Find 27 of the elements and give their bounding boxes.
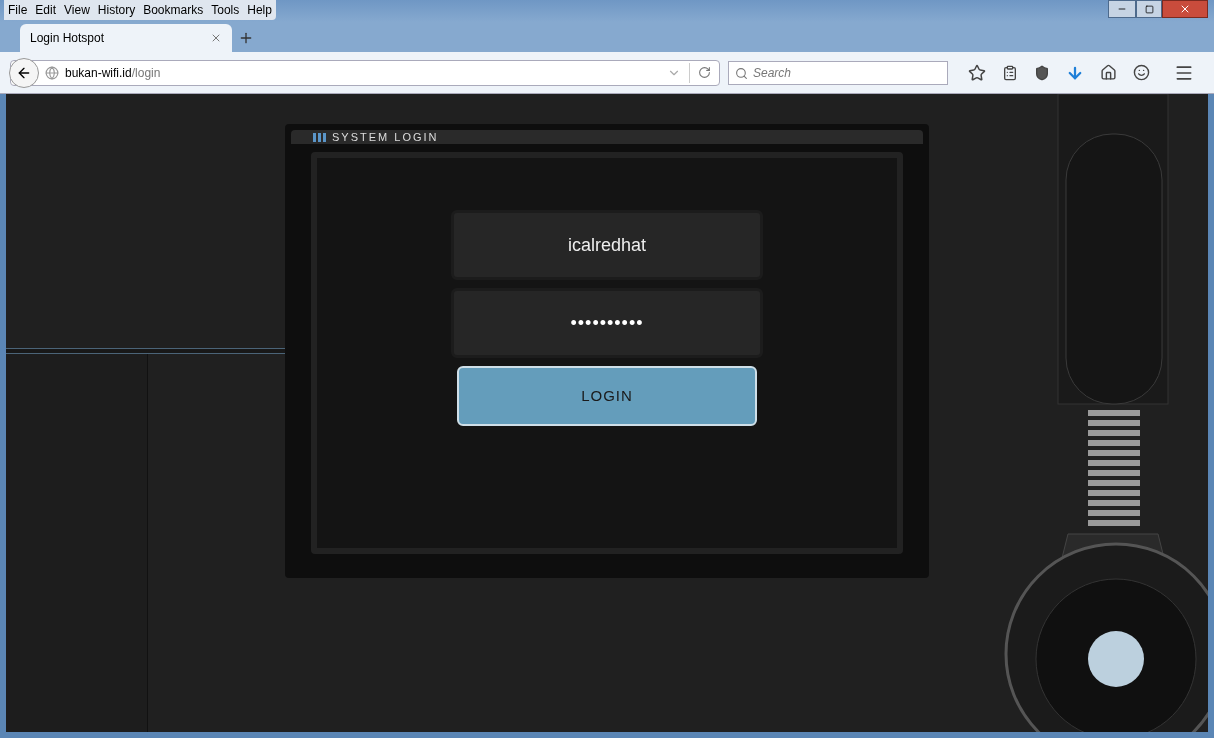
- menu-item[interactable]: Tools: [211, 1, 240, 19]
- username-field[interactable]: icalredhat: [451, 210, 763, 280]
- bars-icon: [313, 132, 326, 142]
- menu-item[interactable]: Edit: [35, 1, 57, 19]
- menu-item[interactable]: History: [97, 1, 136, 19]
- clipboard-icon[interactable]: [1002, 64, 1018, 81]
- back-button[interactable]: [9, 57, 39, 88]
- close-tab-icon: [210, 32, 222, 44]
- maximize-button[interactable]: [1136, 0, 1162, 18]
- browser-tab[interactable]: Login Hotspot: [20, 24, 232, 52]
- menu-item[interactable]: File: [8, 1, 28, 19]
- reload-icon: [698, 66, 711, 79]
- star-icon[interactable]: [968, 63, 986, 82]
- menu-item[interactable]: Bookmarks: [143, 1, 204, 19]
- search-field[interactable]: Search: [728, 60, 948, 85]
- panel-title: SYSTEM LOGIN: [332, 129, 439, 145]
- globe-icon: [45, 65, 59, 80]
- new-tab-icon: [238, 30, 254, 46]
- search-icon: [735, 66, 748, 80]
- menu-item[interactable]: View: [64, 1, 90, 19]
- menu-item[interactable]: Help: [247, 1, 272, 19]
- minimize-button[interactable]: [1108, 0, 1136, 18]
- home-icon[interactable]: [1100, 64, 1117, 81]
- password-field[interactable]: ••••••••••: [451, 288, 763, 358]
- login-button[interactable]: LOGIN: [457, 366, 757, 426]
- maximize-icon: [1144, 4, 1154, 14]
- close-icon: [1179, 3, 1191, 15]
